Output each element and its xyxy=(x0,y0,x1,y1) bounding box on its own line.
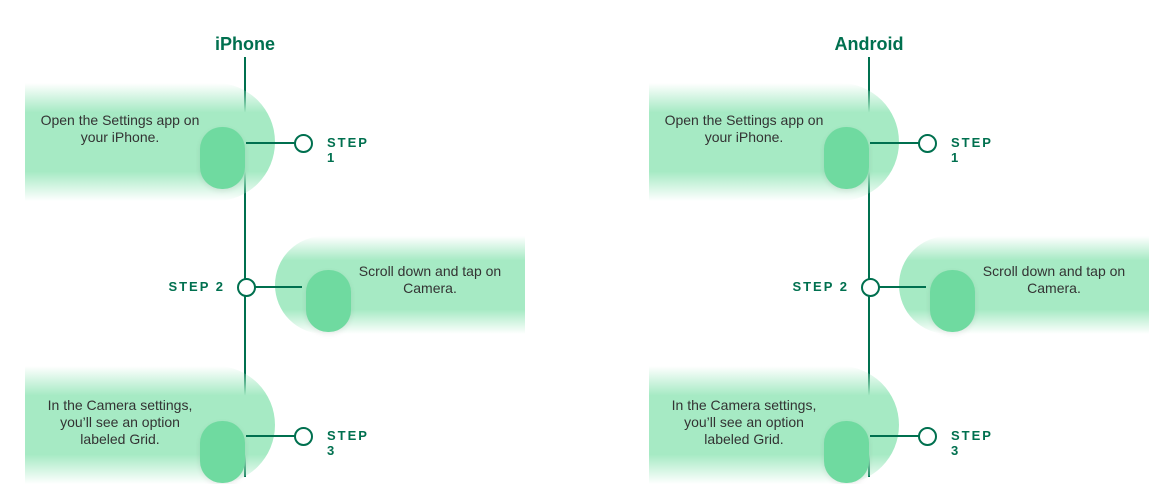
step-connector xyxy=(870,435,920,437)
step-node xyxy=(294,134,313,153)
column-title: iPhone xyxy=(214,34,275,54)
step-description: Open the Settings app on your iPhone. xyxy=(664,112,824,145)
step-description: In the Camera settings, you’ll see an op… xyxy=(671,397,817,447)
step-node xyxy=(918,427,937,446)
step-node xyxy=(861,278,880,297)
step-label: STEP 2 xyxy=(792,279,849,294)
step-connector xyxy=(246,142,296,144)
step-connector xyxy=(250,286,302,288)
step-node xyxy=(237,278,256,297)
column-title: Android xyxy=(834,34,904,54)
step-card-pill xyxy=(824,421,869,483)
step-description: Scroll down and tap on Camera. xyxy=(358,263,502,296)
step-card-pill xyxy=(306,270,351,332)
step-description: In the Camera settings, you’ll see an op… xyxy=(47,397,193,447)
step-label: STEP 2 xyxy=(168,279,225,294)
step-label: STEP 3 xyxy=(327,428,369,458)
step-label: STEP 3 xyxy=(951,428,993,458)
step-label: STEP 1 xyxy=(327,135,369,165)
timeline-column: Android Open the Settings app on your iPh… xyxy=(624,0,1161,484)
step-card-pill xyxy=(930,270,975,332)
timeline-column: iPhone Open the Settings app on your iPho… xyxy=(0,0,580,484)
step-connector xyxy=(246,435,296,437)
step-card-pill xyxy=(200,127,245,189)
step-node xyxy=(294,427,313,446)
step-description: Open the Settings app on your iPhone. xyxy=(40,112,200,145)
step-connector xyxy=(870,142,920,144)
step-label: STEP 1 xyxy=(951,135,993,165)
step-card-pill xyxy=(824,127,869,189)
step-description: Scroll down and tap on Camera. xyxy=(982,263,1126,296)
step-card-pill xyxy=(200,421,245,483)
step-node xyxy=(918,134,937,153)
step-connector xyxy=(874,286,926,288)
